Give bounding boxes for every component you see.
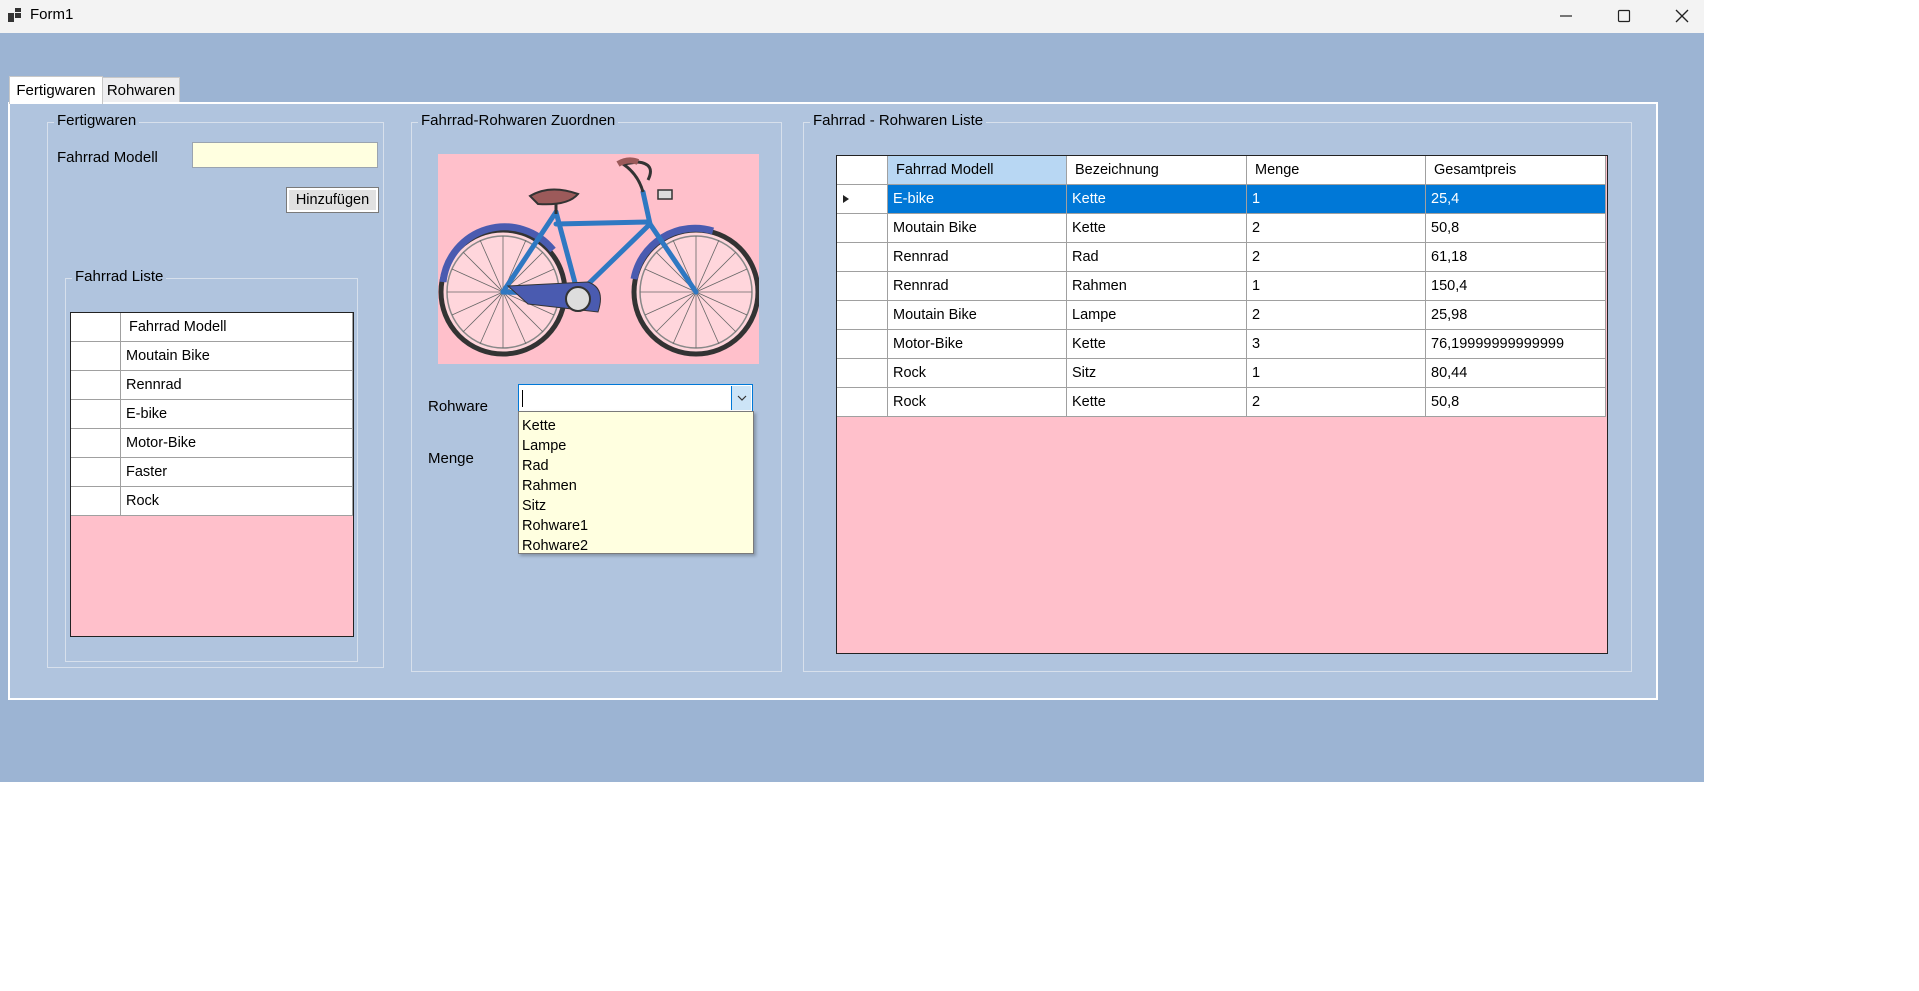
table-cell[interactable]: Lampe — [1067, 301, 1247, 330]
rohwaren-liste-title: Fahrrad - Rohwaren Liste — [810, 112, 987, 129]
maximize-button[interactable] — [1595, 0, 1653, 31]
row-header[interactable] — [837, 301, 888, 330]
row-header-corner — [71, 313, 121, 342]
dropdown-option[interactable]: Lampe — [519, 436, 753, 456]
table-cell[interactable]: Motor-Bike — [888, 330, 1067, 359]
row-header[interactable] — [837, 359, 888, 388]
table-cell[interactable]: 1 — [1247, 185, 1426, 214]
form-window: Form1 Fertigwaren Rohwaren Fertigwaren F… — [0, 0, 1704, 782]
column-header-fahrrad-modell[interactable]: Fahrrad Modell — [121, 313, 353, 342]
table-cell[interactable]: Rahmen — [1067, 272, 1247, 301]
window-title: Form1 — [30, 6, 74, 23]
combobox-dropdown-button[interactable] — [731, 386, 751, 410]
column-header[interactable]: Fahrrad Modell — [888, 156, 1067, 185]
rohwaren-liste-grid[interactable]: Fahrrad Modell Bezeichnung Menge Gesamtprei… — [836, 155, 1608, 654]
fahrrad-modell-input[interactable] — [192, 142, 378, 168]
fahrrad-modell-label: Fahrrad Modell — [57, 149, 158, 166]
fahrrad-liste-title: Fahrrad Liste — [72, 268, 167, 285]
row-header[interactable] — [71, 458, 121, 487]
row-header[interactable] — [71, 429, 121, 458]
table-cell[interactable]: 50,8 — [1426, 214, 1606, 243]
table-cell[interactable]: Kette — [1067, 330, 1247, 359]
table-cell[interactable]: Rock — [888, 359, 1067, 388]
table-cell[interactable]: 76,19999999999999 — [1426, 330, 1606, 359]
dropdown-option[interactable]: Rohware2 — [519, 536, 753, 556]
minimize-button[interactable] — [1537, 0, 1595, 31]
close-icon — [1675, 9, 1689, 22]
table-cell[interactable]: Rock — [888, 388, 1067, 417]
dropdown-option[interactable]: Rad — [519, 456, 753, 476]
zuordnen-group-title: Fahrrad-Rohwaren Zuordnen — [418, 112, 619, 129]
table-cell[interactable]: Kette — [1067, 185, 1247, 214]
close-button[interactable] — [1653, 0, 1711, 31]
dropdown-option[interactable]: Rahmen — [519, 476, 753, 496]
table-cell[interactable]: 2 — [1247, 243, 1426, 272]
fahrrad-liste-row[interactable]: Rennrad — [121, 371, 353, 400]
row-header[interactable] — [837, 272, 888, 301]
dropdown-option[interactable]: Rohware1 — [519, 516, 753, 536]
hinzufuegen-button[interactable]: Hinzufügen — [286, 187, 379, 213]
table-cell[interactable]: Rennrad — [888, 272, 1067, 301]
table-cell[interactable]: Moutain Bike — [888, 214, 1067, 243]
table-cell[interactable]: 2 — [1247, 301, 1426, 330]
fahrrad-liste-row[interactable]: Motor-Bike — [121, 429, 353, 458]
table-cell[interactable]: 1 — [1247, 359, 1426, 388]
fahrrad-liste-row[interactable]: Faster — [121, 458, 353, 487]
table-cell[interactable]: Rennrad — [888, 243, 1067, 272]
rohware-dropdown-list[interactable]: Kette Lampe Rad Rahmen Sitz Rohware1 Rohware2 — [518, 411, 754, 554]
row-header[interactable] — [837, 185, 888, 214]
dropdown-option[interactable]: Kette — [519, 416, 753, 436]
table-cell[interactable]: Rad — [1067, 243, 1247, 272]
row-header[interactable] — [837, 330, 888, 359]
text-caret — [522, 390, 523, 407]
column-header[interactable]: Bezeichnung — [1067, 156, 1247, 185]
minimize-icon — [1560, 14, 1572, 17]
table-cell[interactable]: Sitz — [1067, 359, 1247, 388]
column-header[interactable]: Menge — [1247, 156, 1426, 185]
maximize-icon — [1617, 9, 1631, 22]
row-arrow-icon — [843, 195, 849, 203]
table-cell[interactable]: 25,4 — [1426, 185, 1606, 214]
row-header[interactable] — [71, 400, 121, 429]
table-cell[interactable]: 61,18 — [1426, 243, 1606, 272]
fahrrad-liste-grid[interactable]: Fahrrad Modell Moutain Bike Rennrad E-bike M… — [70, 312, 354, 637]
rohware-label: Rohware — [428, 398, 489, 415]
table-cell[interactable]: Kette — [1067, 388, 1247, 417]
table-cell[interactable]: Kette — [1067, 214, 1247, 243]
fahrrad-liste-row[interactable]: E-bike — [121, 400, 353, 429]
column-header[interactable]: Gesamtpreis — [1426, 156, 1606, 185]
app-icon — [8, 8, 21, 22]
row-header[interactable] — [837, 388, 888, 417]
row-header-corner — [837, 156, 888, 185]
table-cell[interactable]: 150,4 — [1426, 272, 1606, 301]
fahrrad-liste-row[interactable]: Moutain Bike — [121, 342, 353, 371]
tab-rohwaren[interactable]: Rohwaren — [102, 77, 180, 102]
table-cell[interactable]: 2 — [1247, 388, 1426, 417]
title-bar: Form1 — [0, 0, 1704, 33]
table-cell[interactable]: 80,44 — [1426, 359, 1606, 388]
rohware-combobox[interactable] — [518, 384, 753, 412]
row-header[interactable] — [837, 214, 888, 243]
row-header[interactable] — [71, 371, 121, 400]
row-header[interactable] — [71, 487, 121, 516]
bicycle-picture — [438, 154, 761, 364]
tab-fertigwaren[interactable]: Fertigwaren — [9, 76, 103, 104]
table-cell[interactable]: Moutain Bike — [888, 301, 1067, 330]
table-cell[interactable]: 3 — [1247, 330, 1426, 359]
table-cell[interactable]: E-bike — [888, 185, 1067, 214]
menge-label: Menge — [428, 450, 474, 467]
row-header[interactable] — [71, 342, 121, 371]
tab-page-fertigwaren: Fertigwaren Fahrrad Modell Hinzufügen Fa… — [8, 102, 1658, 700]
dropdown-option[interactable]: Sitz — [519, 496, 753, 516]
table-cell[interactable]: 2 — [1247, 214, 1426, 243]
fertigwaren-group-title: Fertigwaren — [54, 112, 140, 129]
fahrrad-liste-row[interactable]: Rock — [121, 487, 353, 516]
table-cell[interactable]: 50,8 — [1426, 388, 1606, 417]
bicycle-image — [438, 157, 761, 357]
table-cell[interactable]: 25,98 — [1426, 301, 1606, 330]
chevron-down-icon — [737, 395, 746, 401]
row-header[interactable] — [837, 243, 888, 272]
table-cell[interactable]: 1 — [1247, 272, 1426, 301]
